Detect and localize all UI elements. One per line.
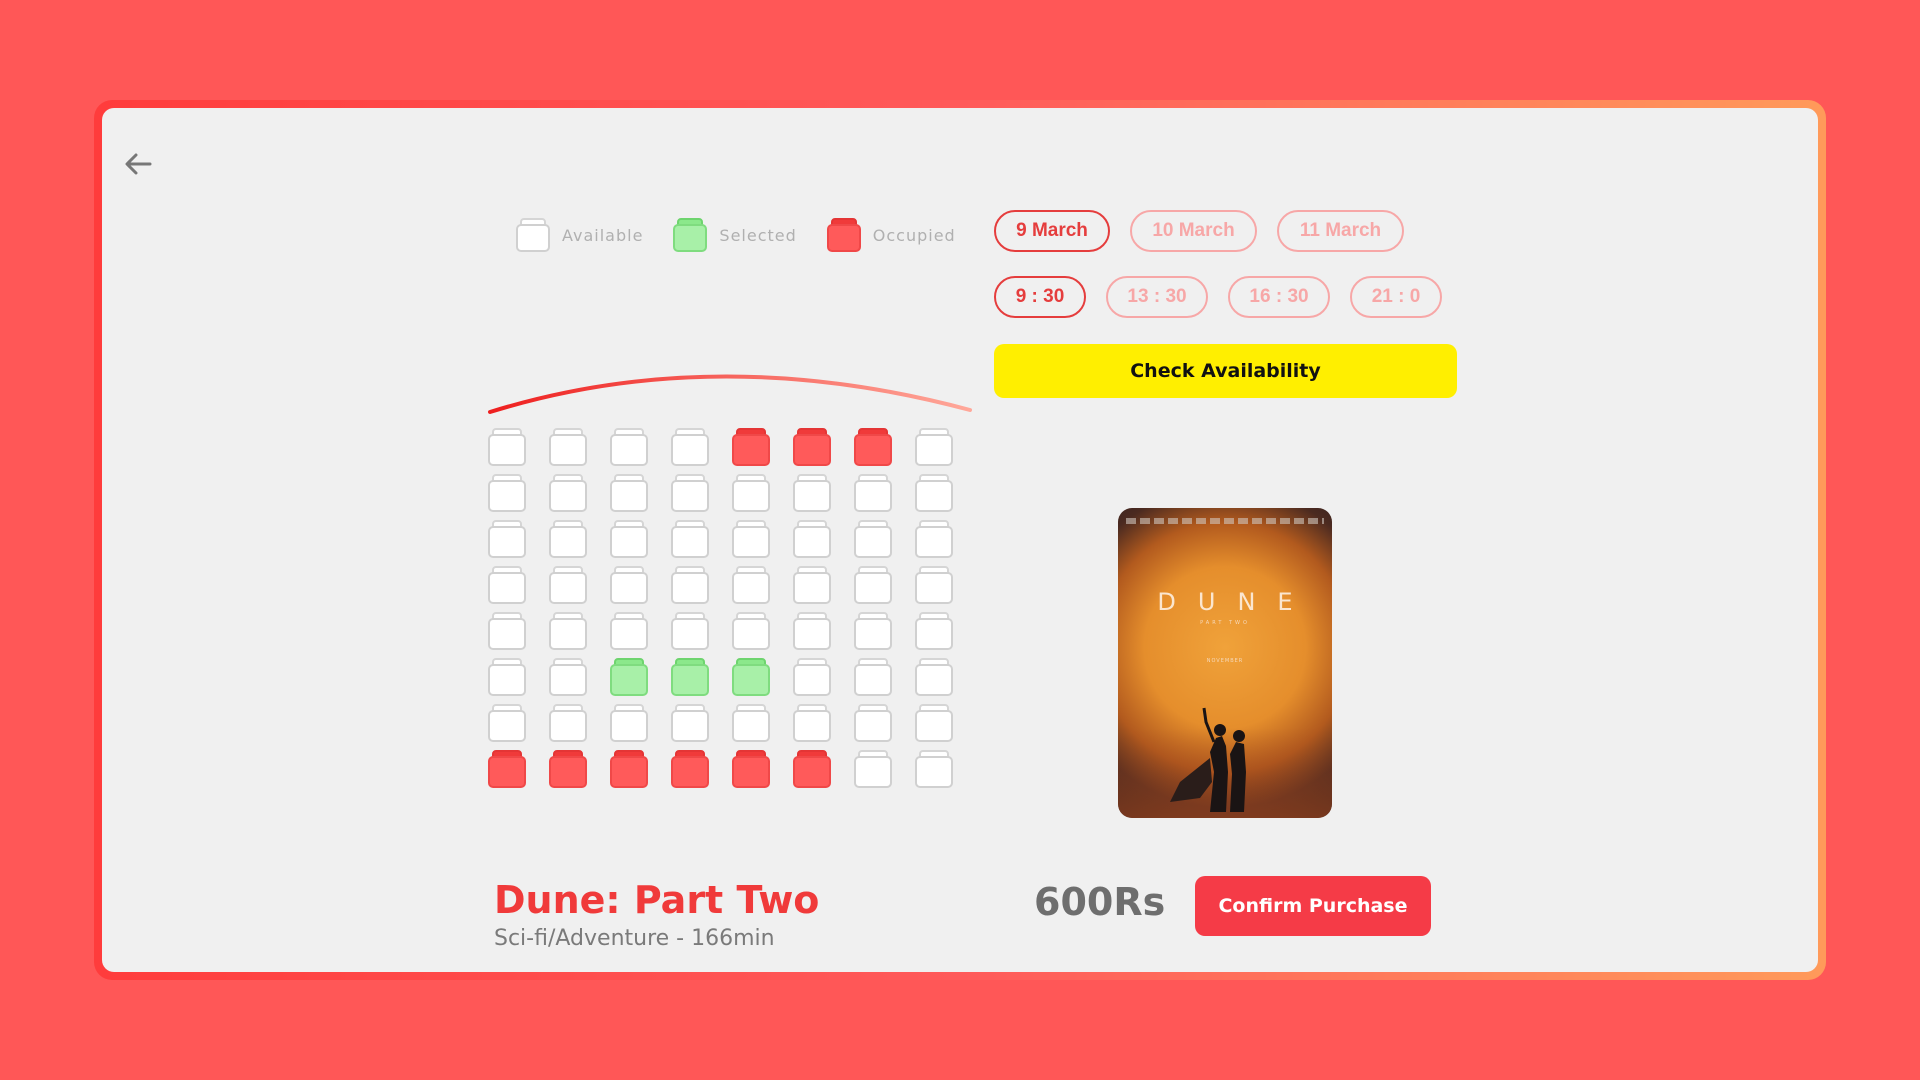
seat-available[interactable] [488, 474, 526, 512]
app-frame: Available Selected Occupied 9 March 10 M… [94, 100, 1826, 980]
seat-available[interactable] [610, 612, 648, 650]
seat-available[interactable] [915, 750, 953, 788]
seat-available[interactable] [549, 566, 587, 604]
available-seat-icon [516, 218, 550, 252]
legend-occupied: Occupied [826, 218, 956, 252]
seat-occupied [854, 428, 892, 466]
seat-occupied [793, 750, 831, 788]
seat-available[interactable] [610, 520, 648, 558]
seat-available[interactable] [549, 658, 587, 696]
seat-available[interactable] [549, 704, 587, 742]
seat-occupied [671, 750, 709, 788]
seat-available[interactable] [671, 566, 709, 604]
seat-available[interactable] [854, 612, 892, 650]
movie-poster: DUNE PART TWO NOVEMBER [1118, 508, 1332, 818]
seat-selected[interactable] [671, 658, 709, 696]
seat-available[interactable] [793, 658, 831, 696]
seat-occupied [732, 428, 770, 466]
occupied-seat-icon [826, 218, 861, 252]
confirm-purchase-button[interactable]: Confirm Purchase [1195, 876, 1431, 936]
seat-available[interactable] [854, 658, 892, 696]
legend-available-label: Available [562, 225, 644, 245]
seat-legend: Available Selected Occupied [516, 218, 956, 252]
seat-available[interactable] [732, 612, 770, 650]
seat-available[interactable] [671, 474, 709, 512]
movie-meta: Sci-fi/Adventure - 166min [494, 926, 775, 951]
seat-available[interactable] [915, 612, 953, 650]
poster-subtitle: PART TWO [1200, 620, 1250, 626]
seat-available[interactable] [854, 474, 892, 512]
seat-available[interactable] [610, 474, 648, 512]
seat-available[interactable] [793, 704, 831, 742]
selected-seat-icon [673, 218, 708, 252]
legend-selected-label: Selected [719, 225, 797, 245]
seat-available[interactable] [915, 474, 953, 512]
time-pill-16-30[interactable]: 16 : 30 [1228, 276, 1330, 318]
seat-selected[interactable] [732, 658, 770, 696]
seat-available[interactable] [915, 704, 953, 742]
seat-available[interactable] [610, 704, 648, 742]
time-selector: 9 : 30 13 : 30 16 : 30 21 : 0 [994, 276, 1442, 318]
seat-occupied [732, 750, 770, 788]
seat-available[interactable] [854, 520, 892, 558]
date-pill-11-march[interactable]: 11 March [1277, 210, 1404, 252]
time-pill-13-30[interactable]: 13 : 30 [1106, 276, 1208, 318]
legend-available: Available [516, 218, 643, 252]
seat-available[interactable] [793, 520, 831, 558]
poster-date: NOVEMBER [1206, 658, 1244, 664]
seat-occupied [793, 428, 831, 466]
date-pill-10-march[interactable]: 10 March [1130, 210, 1257, 252]
date-selector: 9 March 10 March 11 March [994, 210, 1404, 252]
seat-available[interactable] [732, 474, 770, 512]
ticket-price: 600Rs [1034, 880, 1166, 924]
legend-occupied-label: Occupied [872, 225, 956, 245]
seat-available[interactable] [488, 520, 526, 558]
seat-available[interactable] [671, 704, 709, 742]
seat-available[interactable] [610, 566, 648, 604]
seat-available[interactable] [488, 658, 526, 696]
seat-occupied [549, 750, 587, 788]
seat-available[interactable] [488, 612, 526, 650]
seat-available[interactable] [793, 474, 831, 512]
legend-selected: Selected [673, 218, 796, 252]
back-arrow-icon[interactable] [118, 144, 158, 184]
seat-available[interactable] [915, 520, 953, 558]
seat-occupied [610, 750, 648, 788]
poster-title: DUNE [1157, 588, 1315, 616]
date-pill-9-march[interactable]: 9 March [994, 210, 1110, 252]
seat-available[interactable] [915, 658, 953, 696]
seat-available[interactable] [610, 428, 648, 466]
time-pill-21-0[interactable]: 21 : 0 [1350, 276, 1442, 318]
seat-grid [488, 428, 953, 788]
seat-available[interactable] [488, 704, 526, 742]
seat-available[interactable] [854, 566, 892, 604]
seat-available[interactable] [732, 704, 770, 742]
time-pill-9-30[interactable]: 9 : 30 [994, 276, 1086, 318]
poster-credits-strip [1126, 518, 1324, 524]
seat-available[interactable] [671, 612, 709, 650]
movie-title: Dune: Part Two [494, 878, 820, 922]
seat-available[interactable] [488, 428, 526, 466]
seat-available[interactable] [671, 520, 709, 558]
seat-available[interactable] [549, 612, 587, 650]
poster-figures-icon [1170, 707, 1246, 812]
seat-available[interactable] [732, 566, 770, 604]
seat-available[interactable] [549, 520, 587, 558]
seat-available[interactable] [732, 520, 770, 558]
seat-available[interactable] [671, 428, 709, 466]
seat-available[interactable] [488, 566, 526, 604]
check-availability-button[interactable]: Check Availability [994, 344, 1457, 398]
seat-available[interactable] [915, 428, 953, 466]
cinema-screen-curve [488, 374, 972, 414]
seat-available[interactable] [854, 750, 892, 788]
seat-selected[interactable] [610, 658, 648, 696]
seat-available[interactable] [915, 566, 953, 604]
seat-available[interactable] [793, 566, 831, 604]
seat-available[interactable] [549, 428, 587, 466]
seat-available[interactable] [854, 704, 892, 742]
seat-available[interactable] [549, 474, 587, 512]
seat-available[interactable] [793, 612, 831, 650]
booking-card: Available Selected Occupied 9 March 10 M… [102, 108, 1818, 972]
seat-occupied [488, 750, 526, 788]
